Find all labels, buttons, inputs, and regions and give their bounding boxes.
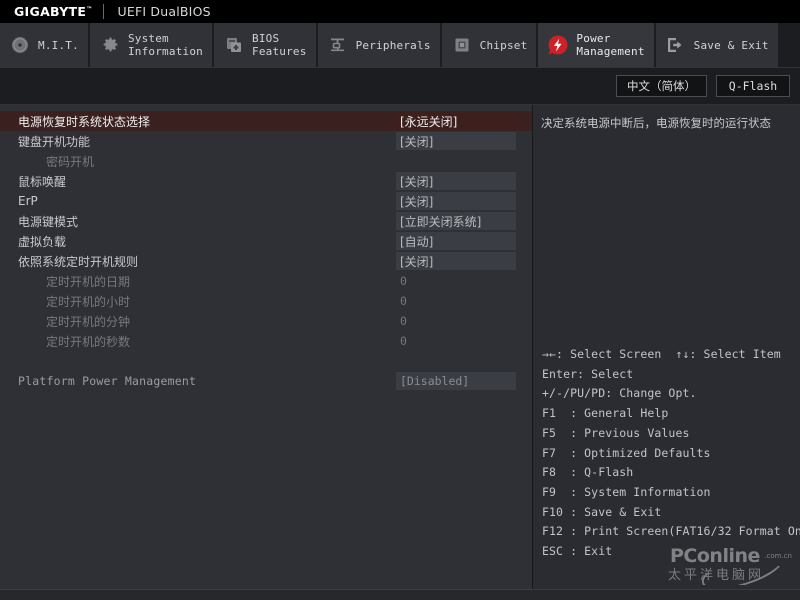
trademark-symbol: ™ [86,5,93,13]
setting-row[interactable]: 密码开机 [0,151,532,171]
setting-row[interactable]: 鼠标唤醒 [关闭] [0,171,532,191]
legend-line: F8 : Q-Flash [542,465,634,480]
q-flash-button[interactable]: Q-Flash [716,75,790,97]
settings-spacer [0,351,532,371]
setting-label: 定时开机的分钟 [46,314,131,329]
language-button[interactable]: 中文（简体） [616,75,707,97]
setting-label: 鼠标唤醒 [18,174,67,189]
gigabyte-logo-text: GIGABYTE [14,4,87,19]
setting-value[interactable]: 0 [396,292,516,310]
help-pane: 决定系统电源中断后，电源恢复时的运行状态 →←: Select Screen ↑… [533,105,800,589]
setting-value[interactable]: [关闭] [396,192,516,210]
bottom-divider [0,589,800,590]
setting-row[interactable]: 定时开机的秒数 0 [0,331,532,351]
tab-label: M.I.T. [38,38,79,52]
bios-chip-icon [223,34,245,56]
legend-line: →←: Select Screen ↑↓: Select Item [542,347,781,361]
setting-row[interactable]: ErP [关闭] [0,191,532,211]
setting-value[interactable]: [自动] [396,232,516,250]
brand-divider [102,4,104,19]
setting-row[interactable]: 电源恢复时系统状态选择 [永远关闭] [0,111,532,131]
setting-row[interactable]: 定时开机的日期 0 [0,271,532,291]
exit-arrow-icon [665,34,687,56]
tab-label: Power Management [576,32,645,58]
setting-label: 定时开机的日期 [46,274,131,289]
utility-bar: 中文（简体） Q-Flash [0,68,800,105]
setting-value[interactable]: [关闭] [396,172,516,190]
setting-row[interactable]: Platform Power Management [Disabled] [0,371,532,391]
gear-icon [99,34,121,56]
legend-line: ESC : Exit [542,544,613,559]
setting-label: 定时开机的秒数 [46,334,131,349]
legend-line: Enter: Select [542,366,634,381]
disc-icon [9,34,31,56]
setting-value[interactable]: [Disabled] [396,372,516,390]
bios-screen: GIGABYTE™ UEFI DualBIOS M.I.T. System Inf… [0,0,800,600]
setting-row[interactable]: 定时开机的分钟 0 [0,311,532,331]
brand-subtitle: UEFI DualBIOS [117,4,211,19]
chipset-icon [451,34,473,56]
tab-label: System Information [127,32,203,58]
setting-value[interactable]: 0 [396,332,516,350]
key-legend: →←: Select Screen ↑↓: Select Item Enter: … [533,345,800,562]
legend-line: F12 : Print Screen(FAT16/32 Format Only) [542,524,800,539]
peripherals-icon [327,34,349,56]
setting-label: 电源键模式 [18,214,79,229]
setting-value[interactable]: [立即关闭系统] [396,212,516,230]
setting-value[interactable]: [永远关闭] [396,112,516,130]
tab-system-information[interactable]: System Information [89,23,213,67]
legend-line: F5 : Previous Values [542,425,690,440]
setting-label: Platform Power Management [18,374,197,388]
setting-value[interactable]: [关闭] [396,132,516,150]
setting-label: 键盘开机功能 [18,134,91,149]
brand-bar: GIGABYTE™ UEFI DualBIOS [0,0,800,23]
setting-value[interactable]: 0 [396,272,516,290]
tab-m-i-t[interactable]: M.I.T. [0,23,89,67]
setting-row[interactable]: 依照系统定时开机规则 [关闭] [0,251,532,271]
legend-line: F1 : General Help [542,406,669,421]
setting-row[interactable]: 虚拟负载 [自动] [0,231,532,251]
setting-label: 定时开机的小时 [46,294,131,309]
legend-line: +/-/PU/PD: Change Opt. [542,386,697,401]
tab-label: Peripherals [355,38,431,52]
tab-label: Save & Exit [693,38,769,52]
legend-line: F7 : Optimized Defaults [542,445,711,460]
setting-value[interactable]: 0 [396,312,516,330]
setting-label: ErP [18,194,38,208]
setting-label: 依照系统定时开机规则 [18,254,139,269]
legend-line: F10 : Save & Exit [542,504,662,519]
setting-row[interactable]: 定时开机的小时 0 [0,291,532,311]
power-bolt-icon [547,34,569,56]
tab-peripherals[interactable]: Peripherals [317,23,441,67]
tab-bios-features[interactable]: BIOS Features [214,23,317,67]
setting-label: 电源恢复时系统状态选择 [18,114,151,129]
tab-chipset[interactable]: Chipset [441,23,538,67]
tab-save-exit[interactable]: Save & Exit [655,23,779,67]
settings-list: 电源恢复时系统状态选择 [永远关闭] 键盘开机功能 [关闭] 密码开机 鼠标唤醒 [关闭] E… [0,105,533,589]
tab-power-management[interactable]: Power Management [538,23,655,67]
setting-label: 虚拟负载 [18,234,67,249]
watermark-secondary: 太平洋电脑网 [668,568,765,583]
setting-row[interactable]: 键盘开机功能 [关闭] [0,131,532,151]
tab-label: BIOS Features [252,32,307,58]
main-tab-bar: M.I.T. System Information BIOS Features Per… [0,23,800,68]
help-text: 决定系统电源中断后，电源恢复时的运行状态 [541,116,771,130]
setting-label: 密码开机 [46,154,95,169]
setting-row[interactable]: 电源键模式 [立即关闭系统] [0,211,532,231]
setting-value[interactable]: [关闭] [396,252,516,270]
content-area: 电源恢复时系统状态选择 [永远关闭] 键盘开机功能 [关闭] 密码开机 鼠标唤醒 [关闭] E… [0,105,800,589]
gigabyte-logo: GIGABYTE™ [0,4,93,19]
tab-label: Chipset [479,38,528,52]
legend-line: F9 : System Information [542,484,711,499]
